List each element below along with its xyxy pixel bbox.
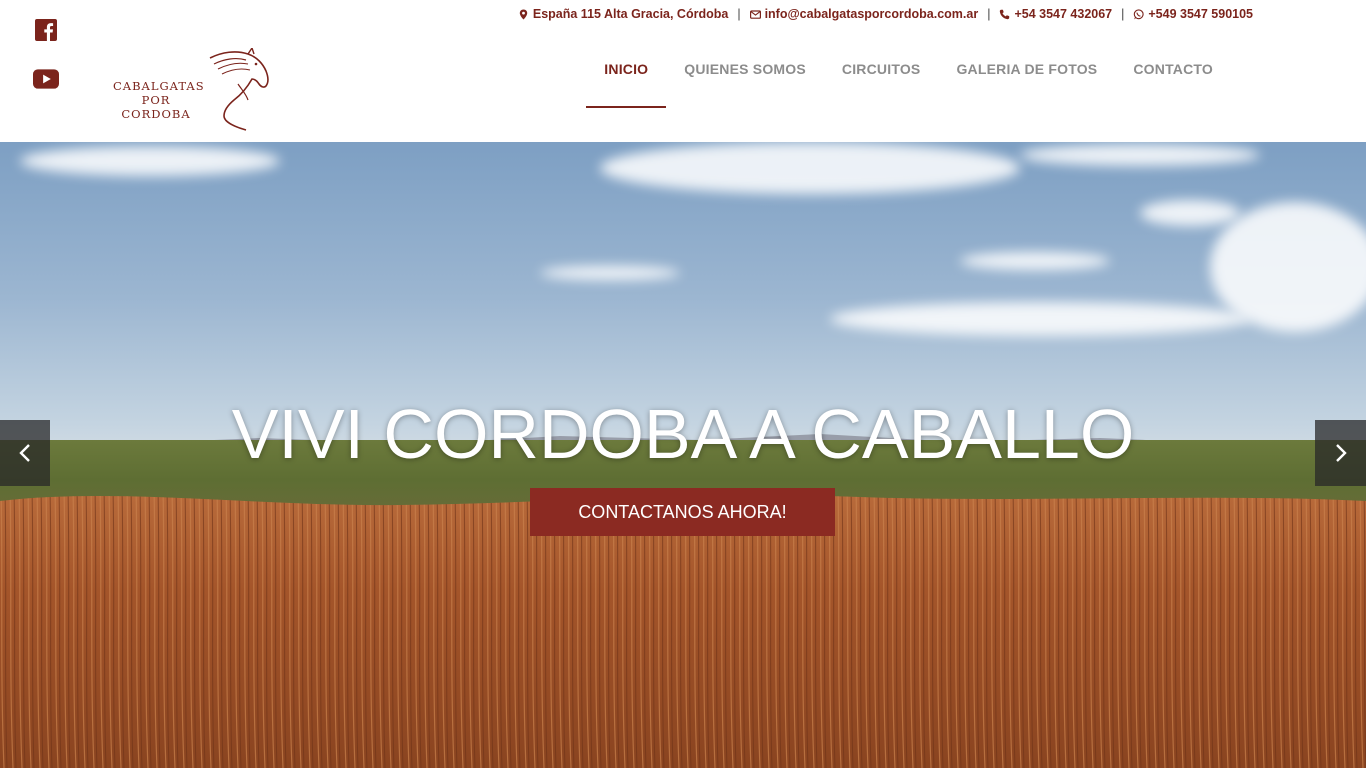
map-marker-icon (519, 9, 528, 19)
hero-title: VIVI CORDOBA A CABALLO (231, 395, 1135, 473)
address-text: España 115 Alta Gracia, Córdoba (532, 7, 729, 21)
nav-item-galeria-de-fotos[interactable]: GALERIA DE FOTOS (938, 60, 1115, 108)
email-text: info@cabalgatasporcordoba.com.ar (764, 7, 979, 21)
cloud (540, 266, 680, 280)
nav-item-inicio[interactable]: INICIO (586, 60, 667, 108)
separator: | (987, 7, 991, 21)
cloud (1020, 144, 1260, 166)
nav-item-quienes-somos[interactable]: QUIENES SOMOS (666, 60, 824, 108)
logo-line-2: POR (141, 93, 171, 107)
address-link[interactable]: España 115 Alta Gracia, Córdoba (518, 7, 728, 21)
envelope-icon (749, 9, 761, 19)
youtube-icon (33, 69, 59, 89)
phone-icon (1000, 9, 1010, 19)
nav-item-contacto[interactable]: CONTACTO (1115, 60, 1231, 108)
chevron-left-icon (19, 444, 30, 462)
nav-item-circuitos[interactable]: CIRCUITOS (824, 60, 939, 108)
whatsapp-link[interactable]: +549 3547 590105 (1133, 7, 1253, 21)
chevron-right-icon (1335, 444, 1347, 462)
facebook-icon (35, 19, 57, 41)
logo-line-3: CORDOBA (121, 107, 191, 121)
email-link[interactable]: info@cabalgatasporcordoba.com.ar (749, 7, 979, 21)
cloud (960, 252, 1110, 270)
hero-slider: VIVI CORDOBA A CABALLO CONTACTANOS AHORA… (0, 142, 1366, 768)
cloud (20, 146, 280, 176)
facebook-link[interactable] (33, 18, 59, 42)
page: CABALGATAS POR CORDOBA España 115 Alta G… (0, 0, 1366, 768)
separator: | (1121, 7, 1125, 21)
site-header: CABALGATAS POR CORDOBA España 115 Alta G… (0, 0, 1366, 142)
phone-text: +54 3547 432067 (1014, 7, 1113, 21)
phone-link[interactable]: +54 3547 432067 (999, 7, 1112, 21)
logo-line-1: CABALGATAS (113, 79, 205, 93)
social-links (33, 18, 59, 91)
slider-prev-button[interactable] (0, 420, 50, 486)
cloud (600, 142, 1020, 194)
contact-bar: España 115 Alta Gracia, Córdoba | info@c… (518, 7, 1253, 21)
cloud (830, 302, 1250, 336)
site-logo[interactable]: CABALGATAS POR CORDOBA (110, 48, 270, 132)
separator: | (737, 7, 741, 21)
contact-now-button[interactable]: CONTACTANOS AHORA! (530, 488, 835, 536)
cloud (1140, 200, 1240, 226)
slider-next-button[interactable] (1315, 420, 1366, 486)
whatsapp-icon (1134, 8, 1145, 19)
whatsapp-text: +549 3547 590105 (1148, 7, 1253, 21)
youtube-link[interactable] (33, 67, 59, 91)
logo-wordmark: CABALGATAS POR CORDOBA (113, 79, 205, 121)
main-nav: INICIO QUIENES SOMOS CIRCUITOS GALERIA D… (586, 60, 1231, 108)
